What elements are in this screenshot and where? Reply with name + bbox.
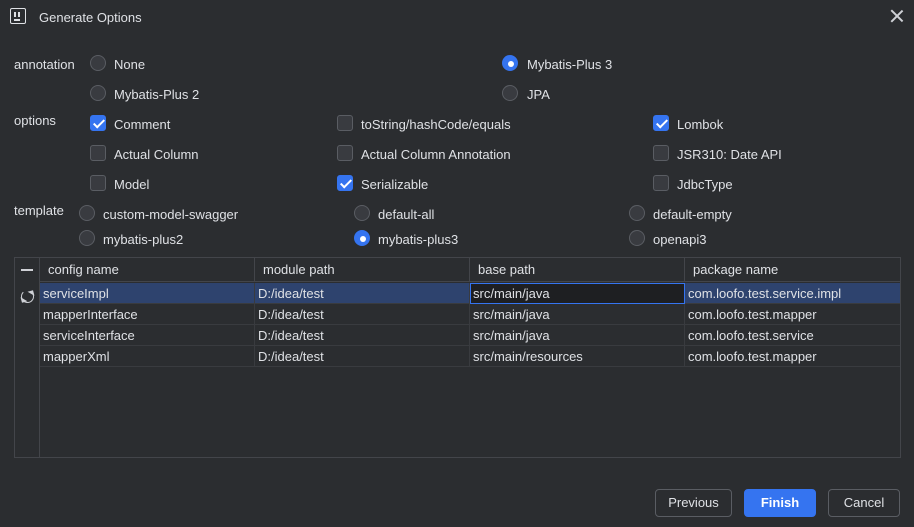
option-checkbox-jdbctype[interactable] xyxy=(653,175,669,191)
template-mybatis-plus3-label: mybatis-plus3 xyxy=(378,232,459,247)
cell-base-path[interactable]: src/main/java xyxy=(470,304,685,325)
cell-package-name[interactable]: com.loofo.test.service.impl xyxy=(685,283,900,304)
minus-icon[interactable] xyxy=(21,269,33,271)
cell-config-name[interactable]: mapperXml xyxy=(40,346,255,367)
option-checkbox-model[interactable] xyxy=(90,175,106,191)
option-comment-label: Comment xyxy=(114,117,171,132)
annotation-radio-jpa[interactable] xyxy=(502,85,518,101)
annotation-radio-none[interactable] xyxy=(90,55,106,71)
template-custom-model-swagger-label: custom-model-swagger xyxy=(103,207,239,222)
table-header: config name module path base path packag… xyxy=(40,258,900,282)
option-serializable-label: Serializable xyxy=(361,177,429,192)
cell-package-name[interactable]: com.loofo.test.mapper xyxy=(685,346,900,367)
option-checkbox-actual-column-annotation[interactable] xyxy=(337,145,353,161)
template-mybatis-plus2-label: mybatis-plus2 xyxy=(103,232,184,247)
cell-package-name[interactable]: com.loofo.test.mapper xyxy=(685,304,900,325)
table-row[interactable]: mapperInterface D:/idea/test src/main/ja… xyxy=(40,304,900,325)
cell-module-path[interactable]: D:/idea/test xyxy=(255,325,470,346)
template-radio-mybatis-plus2[interactable] xyxy=(79,230,95,246)
annotation-label: annotation xyxy=(14,57,75,72)
option-tostring-label: toString/hashCode/equals xyxy=(361,117,511,132)
option-jsr310-label: JSR310: Date API xyxy=(677,147,782,162)
annotation-radio-mybatis-plus-3-label: Mybatis-Plus 3 xyxy=(527,57,613,72)
option-checkbox-tostring[interactable] xyxy=(337,115,353,131)
option-jdbctype-label: JdbcType xyxy=(677,177,733,192)
option-actual-column-label: Actual Column xyxy=(114,147,199,162)
previous-button[interactable]: Previous xyxy=(655,489,732,517)
template-radio-mybatis-plus3[interactable] xyxy=(354,230,370,246)
template-radio-default-all[interactable] xyxy=(354,205,370,221)
annotation-radio-mybatis-plus-2-label: Mybatis-Plus 2 xyxy=(114,87,200,102)
template-default-all-label: default-all xyxy=(378,207,435,222)
option-actual-column-annotation-label: Actual Column Annotation xyxy=(361,147,511,162)
cell-config-name[interactable]: mapperInterface xyxy=(40,304,255,325)
table-toolbar xyxy=(15,258,40,457)
cell-base-path[interactable]: src/main/java xyxy=(470,325,685,346)
cell-config-name[interactable]: serviceInterface xyxy=(40,325,255,346)
cell-base-path[interactable]: src/main/resources xyxy=(470,346,685,367)
cell-module-path[interactable]: D:/idea/test xyxy=(255,346,470,367)
option-checkbox-actual-column[interactable] xyxy=(90,145,106,161)
options-label: options xyxy=(14,113,56,128)
template-radio-default-empty[interactable] xyxy=(629,205,645,221)
cancel-button[interactable]: Cancel xyxy=(828,489,900,517)
config-table: config name module path base path packag… xyxy=(14,257,901,458)
column-header-module-path[interactable]: module path xyxy=(255,258,470,282)
option-checkbox-jsr310[interactable] xyxy=(653,145,669,161)
cell-module-path[interactable]: D:/idea/test xyxy=(255,304,470,325)
finish-button[interactable]: Finish xyxy=(744,489,816,517)
option-model-label: Model xyxy=(114,177,150,192)
app-icon xyxy=(10,8,26,24)
annotation-radio-mybatis-plus-3[interactable] xyxy=(502,55,518,71)
close-icon[interactable] xyxy=(890,9,904,23)
template-radio-openapi3[interactable] xyxy=(629,230,645,246)
cell-base-path-editor[interactable]: src/main/java xyxy=(470,283,685,304)
table-row[interactable]: mapperXml D:/idea/test src/main/resource… xyxy=(40,346,900,367)
refresh-icon[interactable] xyxy=(21,290,34,303)
template-radio-custom-model-swagger[interactable] xyxy=(79,205,95,221)
template-label: template xyxy=(14,203,64,218)
annotation-radio-none-label: None xyxy=(114,57,146,72)
column-header-config-name[interactable]: config name xyxy=(40,258,255,282)
cell-module-path[interactable]: D:/idea/test xyxy=(255,283,470,304)
cell-config-name[interactable]: serviceImpl xyxy=(40,283,255,304)
template-openapi3-label: openapi3 xyxy=(653,232,707,247)
option-checkbox-comment[interactable] xyxy=(90,115,106,131)
cell-package-name[interactable]: com.loofo.test.service xyxy=(685,325,900,346)
annotation-radio-jpa-label: JPA xyxy=(527,87,550,102)
option-checkbox-serializable[interactable] xyxy=(337,175,353,191)
annotation-radio-mybatis-plus-2[interactable] xyxy=(90,85,106,101)
option-lombok-label: Lombok xyxy=(677,117,724,132)
window-title: Generate Options xyxy=(39,10,142,25)
column-header-package-name[interactable]: package name xyxy=(685,258,900,282)
column-header-base-path[interactable]: base path xyxy=(470,258,685,282)
table-row[interactable]: serviceInterface D:/idea/test src/main/j… xyxy=(40,325,900,346)
option-checkbox-lombok[interactable] xyxy=(653,115,669,131)
table-row[interactable]: serviceImpl D:/idea/test src/main/java c… xyxy=(40,283,900,304)
template-default-empty-label: default-empty xyxy=(653,207,732,222)
